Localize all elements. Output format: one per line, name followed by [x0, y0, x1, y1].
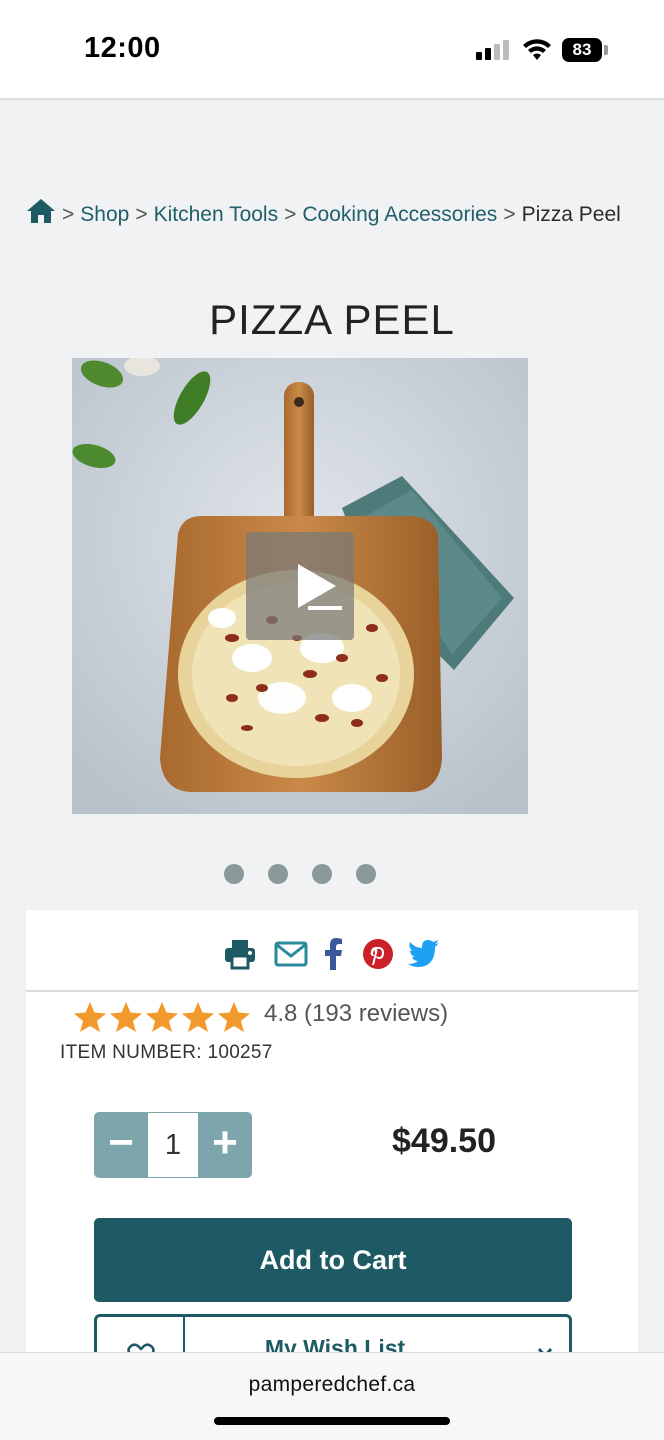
- share-bar: [26, 910, 638, 992]
- breadcrumb-cooking-accessories[interactable]: Cooking Accessories: [302, 203, 497, 226]
- carousel-dots: [224, 864, 384, 886]
- carousel-dot[interactable]: [224, 864, 244, 884]
- battery-tip: [604, 45, 608, 55]
- email-icon[interactable]: [274, 938, 308, 970]
- breadcrumb-shop[interactable]: Shop: [80, 203, 129, 226]
- carousel-dot[interactable]: [356, 864, 376, 884]
- rating-text[interactable]: 4.8 (193 reviews): [264, 1000, 448, 1028]
- breadcrumb-current: Pizza Peel: [521, 203, 621, 226]
- status-bar: 12:00 83: [0, 0, 664, 100]
- print-icon[interactable]: [224, 938, 256, 970]
- status-time: 12:00: [84, 32, 161, 64]
- breadcrumb-kitchen-tools[interactable]: Kitchen Tools: [154, 203, 279, 226]
- breadcrumb-separator: >: [62, 203, 75, 226]
- browser-bottom-bar: pamperedchef.ca: [0, 1352, 664, 1440]
- quantity-decrease-button[interactable]: −: [94, 1112, 148, 1178]
- carousel-dot[interactable]: [268, 864, 288, 884]
- item-number: ITEM NUMBER: 100257: [60, 1042, 273, 1063]
- breadcrumb-separator: >: [284, 203, 297, 226]
- twitter-icon[interactable]: [408, 938, 440, 970]
- play-video-button[interactable]: [246, 532, 354, 640]
- url-display[interactable]: pamperedchef.ca: [0, 1373, 664, 1397]
- pinterest-icon[interactable]: [362, 938, 394, 970]
- breadcrumb: > Shop > Kitchen Tools > Cooking Accessories >…: [26, 198, 626, 231]
- home-icon[interactable]: [26, 198, 56, 224]
- facebook-icon[interactable]: [322, 938, 344, 970]
- cellular-signal-icon: [476, 40, 510, 60]
- play-icon: [298, 564, 342, 610]
- add-to-cart-button[interactable]: Add to Cart: [94, 1218, 572, 1302]
- battery-icon: 83: [562, 38, 602, 62]
- quantity-stepper: − 1 +: [94, 1112, 252, 1178]
- breadcrumb-separator: >: [503, 203, 516, 226]
- home-indicator[interactable]: [214, 1417, 450, 1425]
- product-price: $49.50: [392, 1122, 496, 1160]
- quantity-value[interactable]: 1: [148, 1112, 198, 1178]
- quantity-increase-button[interactable]: +: [198, 1112, 252, 1178]
- page-title: PIZZA PEEL: [209, 296, 455, 344]
- breadcrumb-separator: >: [135, 203, 148, 226]
- wifi-icon: [523, 39, 551, 60]
- rating-stars: [74, 1002, 250, 1032]
- carousel-dot[interactable]: [312, 864, 332, 884]
